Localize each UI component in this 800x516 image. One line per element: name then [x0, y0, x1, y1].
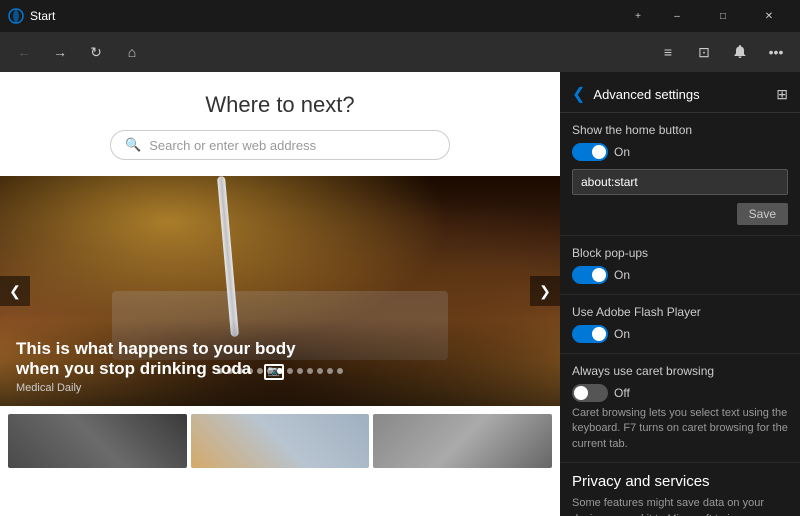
carousel-dot[interactable] [237, 368, 243, 374]
maximize-button[interactable]: □ [700, 0, 746, 32]
close-button[interactable]: ✕ [746, 0, 792, 32]
carousel-dot[interactable] [227, 368, 233, 374]
popups-toggle-label: On [614, 268, 630, 282]
titlebar: Start + – □ ✕ [0, 0, 800, 32]
new-tab-button[interactable]: + [622, 0, 654, 32]
home-url-input[interactable] [572, 169, 788, 195]
browser-content: Where to next? 🔍 Search or enter web add… [0, 72, 560, 516]
flash-section: Use Adobe Flash Player On [560, 295, 800, 354]
carousel-dot[interactable] [297, 368, 303, 374]
carousel-dot[interactable] [307, 368, 313, 374]
forward-button[interactable]: → [44, 36, 76, 68]
carousel-dot[interactable] [257, 368, 263, 374]
carousel-dot[interactable] [337, 368, 343, 374]
caret-section: Always use caret browsing Off Caret brow… [560, 354, 800, 463]
hero-carousel: ❮ ❯ This is what happens to your body wh… [0, 176, 560, 406]
block-popups-label: Block pop-ups [572, 246, 788, 260]
thumbnail-image [191, 414, 370, 468]
reading-view-button[interactable]: ⊡ [688, 36, 720, 68]
thumbnail-item[interactable] [191, 414, 370, 468]
thumbnail-item[interactable] [373, 414, 552, 468]
save-button[interactable]: Save [737, 203, 788, 225]
search-placeholder: Search or enter web address [149, 138, 316, 153]
thumbnail-image [8, 414, 187, 468]
home-toggle[interactable] [572, 143, 608, 161]
caret-toggle-label: Off [614, 386, 630, 400]
refresh-button[interactable]: ↻ [80, 36, 112, 68]
toggle-knob [574, 386, 588, 400]
notifications-button[interactable] [724, 36, 756, 68]
hero-source: Medical Daily [16, 382, 544, 394]
titlebar-controls: + – □ ✕ [622, 0, 792, 32]
search-icon: 🔍 [125, 137, 141, 153]
settings-header: ❮ Advanced settings ⊞ [560, 72, 800, 113]
carousel-dot[interactable] [267, 368, 273, 374]
more-button[interactable]: ••• [760, 36, 792, 68]
flash-toggle-container: On [572, 325, 788, 343]
block-popups-section: Block pop-ups On [560, 236, 800, 295]
flash-toggle[interactable] [572, 325, 608, 343]
search-bar[interactable]: 🔍 Search or enter web address [110, 130, 450, 160]
toggle-knob [592, 327, 606, 341]
carousel-dot[interactable] [327, 368, 333, 374]
navbar: ← → ↻ ⌂ ≡ ⊡ ••• [0, 32, 800, 72]
privacy-title: Privacy and services [572, 473, 788, 490]
home-toggle-label: On [614, 145, 630, 159]
carousel-dot[interactable] [247, 368, 253, 374]
main-area: Where to next? 🔍 Search or enter web add… [0, 72, 800, 516]
thumbnail-item[interactable] [8, 414, 187, 468]
titlebar-title: Start [30, 9, 622, 23]
thumbnails-row [0, 406, 560, 476]
show-home-section: Show the home button On Save [560, 113, 800, 236]
home-url-container [572, 169, 788, 195]
carousel-dot[interactable] [217, 368, 223, 374]
caret-label: Always use caret browsing [572, 364, 788, 378]
search-bar-container: 🔍 Search or enter web address [0, 130, 560, 160]
show-home-label: Show the home button [572, 123, 788, 137]
settings-pin-button[interactable]: ⊞ [776, 86, 788, 103]
browser-icon [8, 8, 24, 24]
popups-toggle[interactable] [572, 266, 608, 284]
back-button[interactable]: ← [8, 36, 40, 68]
caret-toggle-container: Off [572, 384, 788, 402]
flash-label: Use Adobe Flash Player [572, 305, 788, 319]
home-button[interactable]: ⌂ [116, 36, 148, 68]
settings-back-button[interactable]: ❮ [572, 84, 585, 104]
hamburger-button[interactable]: ≡ [652, 36, 684, 68]
carousel-dot[interactable] [287, 368, 293, 374]
privacy-section: Privacy and services Some features might… [560, 463, 800, 516]
carousel-next-button[interactable]: ❯ [530, 276, 560, 306]
settings-panel: ❮ Advanced settings ⊞ Show the home butt… [560, 72, 800, 516]
toggle-knob [592, 145, 606, 159]
home-toggle-container: On [572, 143, 788, 161]
carousel-dot-active[interactable] [277, 368, 283, 374]
minimize-button[interactable]: – [654, 0, 700, 32]
carousel-dots [217, 368, 343, 374]
privacy-desc: Some features might save data on your de… [572, 496, 788, 516]
popups-toggle-container: On [572, 266, 788, 284]
flash-toggle-label: On [614, 327, 630, 341]
caret-toggle[interactable] [572, 384, 608, 402]
carousel-dot[interactable] [317, 368, 323, 374]
newtab-heading: Where to next? [0, 72, 560, 130]
caret-desc: Caret browsing lets you select text usin… [572, 406, 788, 452]
settings-title: Advanced settings [593, 87, 768, 102]
hero-overlay: This is what happens to your body when y… [0, 319, 560, 406]
carousel-prev-button[interactable]: ❮ [0, 276, 30, 306]
toggle-knob [592, 268, 606, 282]
newtab-page: Where to next? 🔍 Search or enter web add… [0, 72, 560, 516]
